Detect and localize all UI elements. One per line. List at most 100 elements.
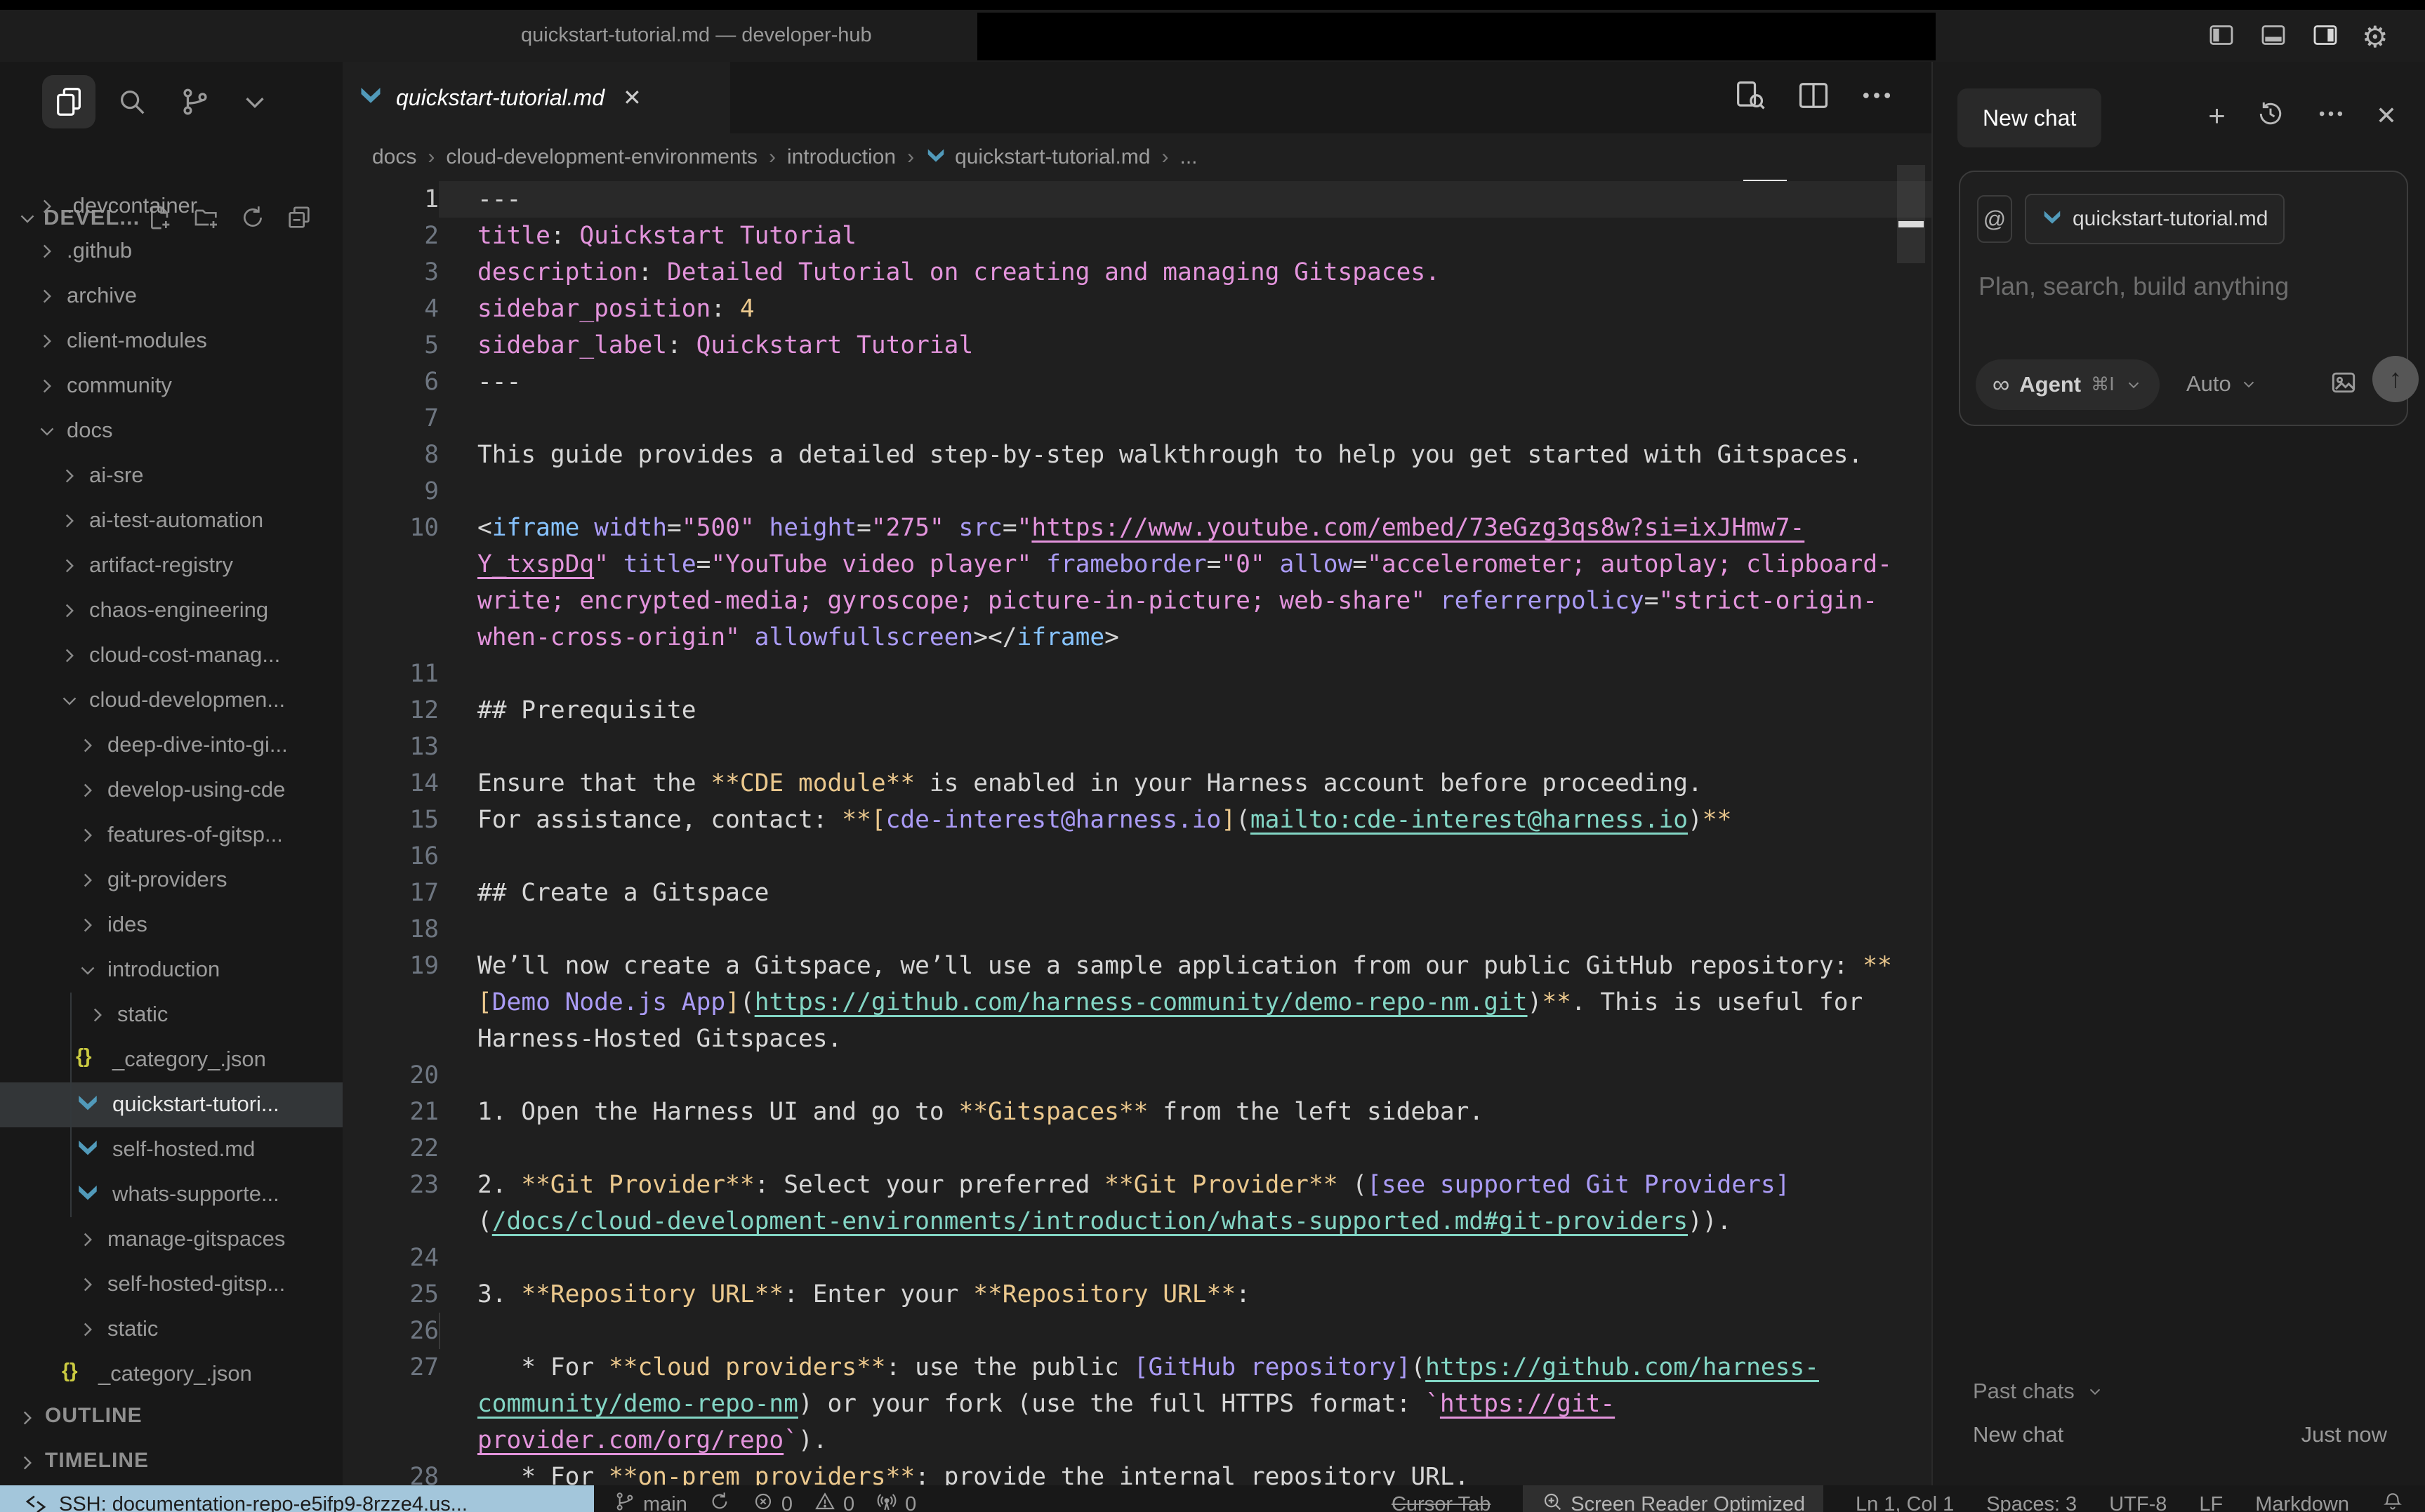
editor-more-actions-icon[interactable]: [1858, 77, 1895, 117]
new-chat-plus-icon[interactable]: +: [2208, 100, 2226, 131]
code-line[interactable]: 15For assistance, contact: **[cde-intere…: [343, 802, 1931, 838]
tree-item--category-json[interactable]: {}_category_.json: [0, 1352, 343, 1397]
split-editor-icon[interactable]: [1795, 77, 1832, 117]
tree-item-self-hosted-md[interactable]: self-hosted.md: [0, 1127, 343, 1172]
code-line[interactable]: 7: [343, 400, 1931, 437]
tree-item-introduction[interactable]: introduction: [0, 948, 343, 993]
editor-scrollbar[interactable]: [1897, 165, 1925, 263]
toggle-panel-icon[interactable]: [2258, 21, 2289, 53]
status-lf[interactable]: LF: [2199, 1485, 2223, 1512]
tree-item-self-hosted-gitsp-[interactable]: self-hosted-gitsp...: [0, 1262, 343, 1307]
code-line[interactable]: 5sidebar_label: Quickstart Tutorial: [343, 327, 1931, 364]
code-line[interactable]: 18: [343, 911, 1931, 948]
tab-quickstart-tutorial[interactable]: quickstart-tutorial.md ✕: [343, 62, 730, 133]
status-sync[interactable]: [708, 1485, 731, 1512]
mention-button[interactable]: @: [1977, 195, 2012, 243]
code-line[interactable]: 211. Open the Harness UI and go to **Git…: [343, 1094, 1931, 1130]
code-line[interactable]: 3description: Detailed Tutorial on creat…: [343, 254, 1931, 291]
code-line[interactable]: 27 * For **cloud providers**: use the pu…: [343, 1349, 1931, 1386]
past-chat-item[interactable]: New chat: [1973, 1422, 2063, 1447]
code-line[interactable]: 12## Prerequisite: [343, 692, 1931, 729]
explorer-icon[interactable]: [42, 75, 95, 128]
chat-history-icon[interactable]: [2255, 98, 2286, 133]
status-ln-1-col-1[interactable]: Ln 1, Col 1: [1856, 1485, 1954, 1512]
tree-item-client-modules[interactable]: client-modules: [0, 319, 343, 364]
past-chats-toggle[interactable]: Past chats: [1973, 1379, 2104, 1404]
tree-item-quickstart-tutori-[interactable]: quickstart-tutori...: [0, 1082, 343, 1127]
status-spaces-3[interactable]: Spaces: 3: [1986, 1485, 2077, 1512]
tree-item--category-json[interactable]: {}_category_.json: [0, 1037, 343, 1082]
tree-item--devcontainer[interactable]: .devcontainer: [0, 184, 343, 229]
context-pill[interactable]: quickstart-tutorial.md: [2025, 194, 2285, 244]
status-0[interactable]: 0: [814, 1485, 854, 1512]
code-line[interactable]: 6---: [343, 364, 1931, 400]
tree-item-develop-using-cde[interactable]: develop-using-cde: [0, 768, 343, 813]
breadcrumb-item[interactable]: ...: [1180, 145, 1198, 169]
breadcrumb-item[interactable]: introduction: [787, 145, 896, 169]
tab-close-icon[interactable]: ✕: [623, 84, 642, 111]
status-markdown[interactable]: Markdown: [2255, 1485, 2349, 1512]
status-utf-8[interactable]: UTF-8: [2109, 1485, 2167, 1512]
tree-item--github[interactable]: .github: [0, 229, 343, 274]
breadcrumb-item[interactable]: quickstart-tutorial.md: [955, 145, 1150, 169]
chat-close-icon[interactable]: ✕: [2376, 100, 2397, 131]
search-icon[interactable]: [105, 75, 159, 128]
timeline-section[interactable]: TIMELINE: [0, 1440, 343, 1485]
tree-item-docs[interactable]: docs: [0, 409, 343, 453]
chat-input[interactable]: Plan, search, build anything: [1978, 272, 2289, 301]
status-0[interactable]: 0: [752, 1485, 793, 1512]
code-line[interactable]: 2title: Quickstart Tutorial: [343, 218, 1931, 254]
settings-gear-icon[interactable]: ⚙: [2362, 23, 2388, 51]
status-cursor-tab[interactable]: Cursor Tab: [1392, 1485, 1491, 1512]
tree-item-archive[interactable]: archive: [0, 274, 343, 319]
code-line[interactable]: 19We’ll now create a Gitspace, we’ll use…: [343, 948, 1931, 984]
tree-item-cloud-cost-manag-[interactable]: cloud-cost-manag...: [0, 633, 343, 678]
code-line[interactable]: 13: [343, 729, 1931, 765]
code-line[interactable]: when-cross-origin" allowfullscreen></ifr…: [343, 619, 1931, 656]
status-bell[interactable]: [2381, 1485, 2404, 1512]
code-line[interactable]: 232. **Git Provider**: Select your prefe…: [343, 1167, 1931, 1203]
status-main[interactable]: main: [614, 1485, 687, 1512]
tree-item-git-providers[interactable]: git-providers: [0, 858, 343, 903]
code-line[interactable]: 14Ensure that the **CDE module** is enab…: [343, 765, 1931, 802]
code-line[interactable]: 253. **Repository URL**: Enter your **Re…: [343, 1276, 1931, 1313]
activity-more-icon[interactable]: [228, 75, 282, 128]
chat-title-tab[interactable]: New chat: [1957, 88, 2101, 147]
toggle-secondary-sidebar-icon[interactable]: [2310, 21, 2341, 53]
toggle-primary-sidebar-icon[interactable]: [2206, 21, 2237, 53]
code-line[interactable]: 26: [343, 1313, 1931, 1349]
code-line[interactable]: 22: [343, 1130, 1931, 1167]
breadcrumb[interactable]: docs›cloud-development-environments›intr…: [343, 133, 1931, 181]
code-line[interactable]: 24: [343, 1240, 1931, 1276]
tree-item-chaos-engineering[interactable]: chaos-engineering: [0, 588, 343, 633]
code-line[interactable]: 4sidebar_position: 4: [343, 291, 1931, 327]
code-editor[interactable]: 1---2title: Quickstart Tutorial3descript…: [343, 181, 1931, 1485]
code-line[interactable]: community/demo-repo-nm) or your fork (us…: [343, 1386, 1931, 1422]
code-line[interactable]: (/docs/cloud-development-environments/in…: [343, 1203, 1931, 1240]
code-line[interactable]: 11: [343, 656, 1931, 692]
tree-item-cloud-developmen-[interactable]: cloud-developmen...: [0, 678, 343, 723]
model-selector[interactable]: Auto: [2186, 371, 2258, 397]
remote-indicator[interactable]: SSH: documentation-repo-e5ifp9-8rzze4.us…: [0, 1485, 594, 1512]
tree-item-static[interactable]: static: [0, 1307, 343, 1352]
tree-item-community[interactable]: community: [0, 364, 343, 409]
agent-mode-selector[interactable]: ∞ Agent ⌘I: [1976, 359, 2160, 410]
tree-item-features-of-gitsp-[interactable]: features-of-gitsp...: [0, 813, 343, 858]
code-line[interactable]: Harness-Hosted Gitspaces.: [343, 1021, 1931, 1057]
status-0[interactable]: 0: [875, 1485, 916, 1512]
tree-item-static[interactable]: static: [0, 993, 343, 1037]
tree-item-artifact-registry[interactable]: artifact-registry: [0, 543, 343, 588]
code-line[interactable]: 17## Create a Gitspace: [343, 875, 1931, 911]
tree-item-ai-test-automation[interactable]: ai-test-automation: [0, 498, 343, 543]
code-line[interactable]: 9: [343, 473, 1931, 510]
breadcrumb-item[interactable]: cloud-development-environments: [446, 145, 758, 169]
breadcrumb-item[interactable]: docs: [372, 145, 416, 169]
outline-section[interactable]: OUTLINE: [0, 1395, 343, 1440]
tree-item-whats-supporte-[interactable]: whats-supporte...: [0, 1172, 343, 1217]
code-line[interactable]: 10<iframe width="500" height="275" src="…: [343, 510, 1931, 546]
code-line[interactable]: Y_txspDq" title="YouTube video player" f…: [343, 546, 1931, 583]
code-line[interactable]: 16: [343, 838, 1931, 875]
tree-item-manage-gitspaces[interactable]: manage-gitspaces: [0, 1217, 343, 1262]
tree-item-deep-dive-into-gi-[interactable]: deep-dive-into-gi...: [0, 723, 343, 768]
code-line[interactable]: 8This guide provides a detailed step-by-…: [343, 437, 1931, 473]
